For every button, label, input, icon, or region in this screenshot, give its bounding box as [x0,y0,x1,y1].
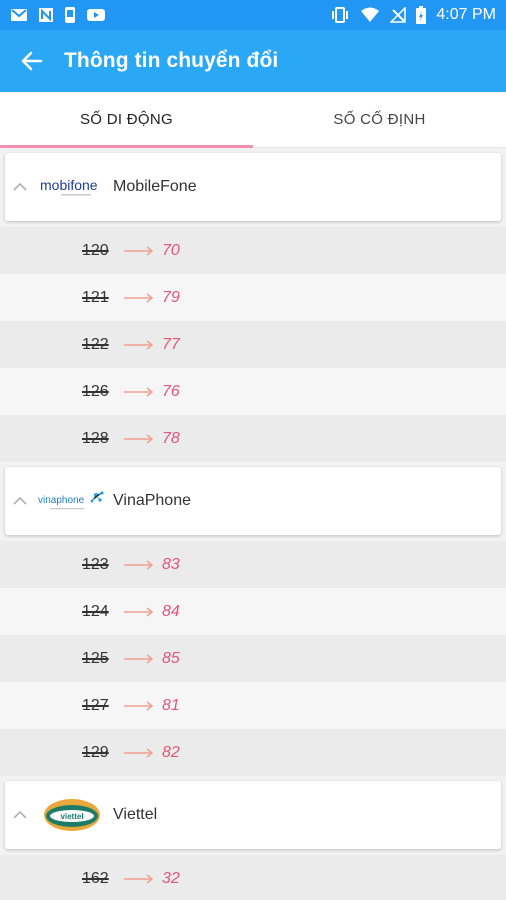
chevron-up-icon[interactable] [5,497,35,505]
new-prefix: 84 [162,602,180,620]
prefix-row: 129 82 [0,729,506,776]
new-prefix: 85 [162,649,180,667]
carrier-name: Viettel [113,806,158,823]
old-prefix: 128 [82,429,109,447]
carrier-card-viettel[interactable]: viettel Viettel [5,781,501,849]
no-signal-icon [390,7,407,23]
new-prefix: 79 [162,288,180,306]
phone-app-icon [64,6,76,24]
app-bar: Thông tin chuyển đổi [0,30,506,92]
chevron-up-icon[interactable] [5,183,35,191]
new-prefix: 82 [162,743,180,761]
new-prefix: 32 [162,869,180,887]
prefix-list: 123 83 124 84 125 85 127 81 129 82 [0,541,506,776]
carrier-card-mobifone[interactable]: mobifone MobileFone [5,153,501,221]
tab-bar: SỐ DI ĐỘNG SỐ CỐ ĐỊNH [0,92,506,148]
new-prefix: 81 [162,696,180,714]
prefix-row: 162 32 [0,855,506,900]
youtube-icon [86,8,106,22]
back-arrow-icon [21,51,43,71]
old-prefix: 123 [82,555,109,573]
vibrate-icon [330,7,350,23]
chevron-up-icon[interactable] [5,811,35,819]
arrow-right-icon [124,873,158,884]
new-prefix: 76 [162,382,180,400]
status-time: 4:07 PM [436,6,496,23]
new-prefix: 77 [162,335,180,353]
old-prefix: 122 [82,335,109,353]
old-prefix: 162 [82,869,109,887]
arrow-right-icon [124,606,158,617]
prefix-row: 121 79 [0,274,506,321]
arrow-right-icon [124,653,158,664]
svg-text:vinaphone: vinaphone [38,495,85,506]
arrow-right-icon [124,700,158,711]
old-prefix: 125 [82,649,109,667]
svg-text:viettel: viettel [60,812,83,821]
mobifone-logo: mobifone [35,167,109,207]
old-prefix: 121 [82,288,109,306]
status-bar: 4:07 PM [0,0,506,30]
carrier-name: VinaPhone [113,492,191,509]
prefix-row: 122 77 [0,321,506,368]
arrow-right-icon [124,433,158,444]
vinaphone-logo: vinaphone [35,481,109,521]
prefix-row: 124 84 [0,588,506,635]
prefix-row: 127 81 [0,682,506,729]
gmail-icon [10,8,28,22]
svg-text:mobifone: mobifone [40,177,98,193]
prefix-row: 125 85 [0,635,506,682]
old-prefix: 124 [82,602,109,620]
back-button[interactable] [0,30,64,92]
conversion-list: mobifone MobileFone 120 70 121 79 122 77… [0,148,506,900]
old-prefix: 129 [82,743,109,761]
n-app-icon [38,7,54,23]
arrow-right-icon [124,339,158,350]
arrow-right-icon [124,292,158,303]
arrow-right-icon [124,386,158,397]
old-prefix: 126 [82,382,109,400]
prefix-row: 123 83 [0,541,506,588]
new-prefix: 78 [162,429,180,447]
old-prefix: 120 [82,241,109,259]
tab-landline-numbers[interactable]: SỐ CỐ ĐỊNH [253,92,506,147]
prefix-row: 128 78 [0,415,506,462]
new-prefix: 83 [162,555,180,573]
arrow-right-icon [124,559,158,570]
new-prefix: 70 [162,241,180,259]
battery-charging-icon [416,6,427,24]
prefix-list: 120 70 121 79 122 77 126 76 128 78 [0,227,506,462]
arrow-right-icon [124,747,158,758]
carrier-card-vinaphone[interactable]: vinaphone VinaPhone [5,467,501,535]
prefix-list: 162 32 [0,855,506,900]
prefix-row: 120 70 [0,227,506,274]
viettel-logo: viettel [35,795,109,835]
wifi-icon [360,7,380,23]
arrow-right-icon [124,245,158,256]
tab-mobile-numbers[interactable]: SỐ DI ĐỘNG [0,92,253,148]
page-title: Thông tin chuyển đổi [64,49,279,72]
carrier-name: MobileFone [113,178,197,195]
prefix-row: 126 76 [0,368,506,415]
old-prefix: 127 [82,696,109,714]
